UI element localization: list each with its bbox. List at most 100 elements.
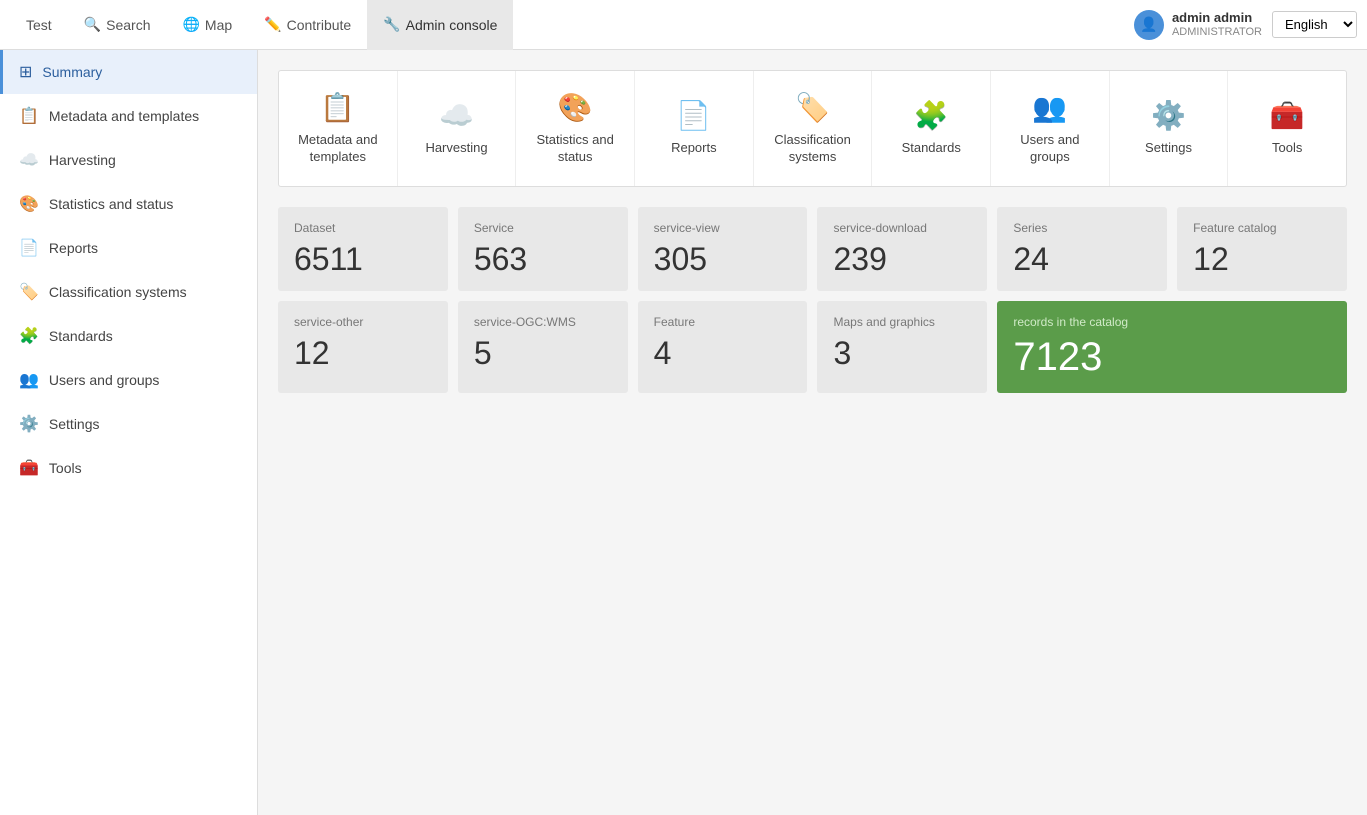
admin-role: ADMINISTRATOR	[1172, 26, 1262, 39]
stat-dataset-label: Dataset	[294, 221, 432, 235]
sidebar-item-label: Standards	[49, 328, 113, 344]
standards-card-icon: 🧩	[914, 99, 949, 132]
stat-service-view-label: service-view	[654, 221, 792, 235]
sidebar-item-tools[interactable]: 🧰 Tools	[0, 446, 257, 490]
sidebar-item-settings[interactable]: ⚙️ Settings	[0, 402, 257, 446]
icon-card-statistics[interactable]: 🎨 Statistics and status	[516, 71, 635, 186]
top-nav: Test 🔍 Search 🌐 Map ✏️ Contribute 🔧 Admi…	[0, 0, 1367, 50]
icon-card-standards[interactable]: 🧩 Standards	[872, 71, 991, 186]
grid-icon: ⊞	[19, 62, 32, 82]
sidebar-item-label: Tools	[49, 460, 82, 476]
stat-service-ogcwms-value: 5	[474, 337, 612, 369]
tools-card-icon: 🧰	[1270, 99, 1305, 132]
reports-card-label: Reports	[671, 140, 717, 157]
tools-icon: 🧰	[19, 458, 39, 478]
icon-card-metadata[interactable]: 📋 Metadata and templates	[279, 71, 398, 186]
sidebar-item-label: Classification systems	[49, 284, 187, 300]
stat-card-feature[interactable]: Feature 4	[638, 301, 808, 393]
stat-feature-label: Feature	[654, 315, 792, 329]
statistics-card-icon: 🎨	[558, 91, 593, 124]
sidebar-item-label: Harvesting	[49, 152, 116, 168]
stat-card-maps[interactable]: Maps and graphics 3	[817, 301, 987, 393]
admin-text: admin admin ADMINISTRATOR	[1172, 10, 1262, 39]
users-icon: 👥	[19, 370, 39, 390]
tag-icon: 🏷️	[19, 282, 39, 302]
stat-card-service-ogcwms[interactable]: service-OGC:WMS 5	[458, 301, 628, 393]
language-select[interactable]: English French Spanish	[1272, 11, 1357, 38]
stat-service-label: Service	[474, 221, 612, 235]
stats-row-2: service-other 12 service-OGC:WMS 5 Featu…	[278, 301, 1347, 393]
metadata-icon: 📋	[19, 106, 39, 126]
sidebar-item-classification[interactable]: 🏷️ Classification systems	[0, 270, 257, 314]
stat-card-service-download[interactable]: service-download 239	[817, 207, 987, 291]
nav-contribute[interactable]: ✏️ Contribute	[248, 0, 367, 50]
stat-service-other-value: 12	[294, 337, 432, 369]
sidebar-item-label: Reports	[49, 240, 98, 256]
sidebar-item-summary[interactable]: ⊞ Summary	[0, 50, 257, 94]
sidebar-item-users[interactable]: 👥 Users and groups	[0, 358, 257, 402]
stat-feature-catalog-value: 12	[1193, 243, 1331, 275]
stat-service-view-value: 305	[654, 243, 792, 275]
stat-card-service[interactable]: Service 563	[458, 207, 628, 291]
nav-map-label: Map	[205, 17, 232, 33]
icon-card-reports[interactable]: 📄 Reports	[635, 71, 754, 186]
classification-card-icon: 🏷️	[795, 91, 830, 124]
standards-card-label: Standards	[902, 140, 961, 157]
pencil-icon: ✏️	[264, 16, 281, 33]
palette-icon: 🎨	[19, 194, 39, 214]
report-icon: 📄	[19, 238, 39, 258]
icon-card-settings[interactable]: ⚙️ Settings	[1110, 71, 1229, 186]
sidebar-item-label: Statistics and status	[49, 196, 174, 212]
layout: ⊞ Summary 📋 Metadata and templates ☁️ Ha…	[0, 50, 1367, 815]
stat-card-total[interactable]: records in the catalog 7123	[997, 301, 1347, 393]
wrench-icon: 🔧	[383, 16, 400, 33]
stat-maps-label: Maps and graphics	[833, 315, 971, 329]
sidebar-item-label: Settings	[49, 416, 100, 432]
stat-service-other-label: service-other	[294, 315, 432, 329]
sidebar-item-reports[interactable]: 📄 Reports	[0, 226, 257, 270]
stat-feature-value: 4	[654, 337, 792, 369]
stat-series-label: Series	[1013, 221, 1151, 235]
nav-admin[interactable]: 🔧 Admin console	[367, 0, 513, 50]
sidebar-item-label: Metadata and templates	[49, 108, 199, 124]
stat-total-value: 7123	[1013, 337, 1331, 377]
main-content: 📋 Metadata and templates ☁️ Harvesting 🎨…	[258, 50, 1367, 815]
sidebar-item-statistics[interactable]: 🎨 Statistics and status	[0, 182, 257, 226]
top-nav-right: 👤 admin admin ADMINISTRATOR English Fren…	[1134, 10, 1357, 40]
icon-grid: 📋 Metadata and templates ☁️ Harvesting 🎨…	[278, 70, 1347, 187]
admin-name: admin admin	[1172, 10, 1262, 26]
icon-card-tools[interactable]: 🧰 Tools	[1228, 71, 1346, 186]
icon-card-harvesting[interactable]: ☁️ Harvesting	[398, 71, 517, 186]
nav-test-label: Test	[26, 17, 52, 33]
nav-map[interactable]: 🌐 Map	[166, 0, 248, 50]
sidebar-item-standards[interactable]: 🧩 Standards	[0, 314, 257, 358]
icon-card-classification[interactable]: 🏷️ Classification systems	[754, 71, 873, 186]
stat-card-feature-catalog[interactable]: Feature catalog 12	[1177, 207, 1347, 291]
settings-card-icon: ⚙️	[1151, 99, 1186, 132]
stat-card-series[interactable]: Series 24	[997, 207, 1167, 291]
map-icon: 🌐	[182, 16, 199, 33]
sidebar-item-metadata[interactable]: 📋 Metadata and templates	[0, 94, 257, 138]
top-nav-left: Test 🔍 Search 🌐 Map ✏️ Contribute 🔧 Admi…	[10, 0, 1134, 50]
stat-dataset-value: 6511	[294, 243, 432, 275]
stat-maps-value: 3	[833, 337, 971, 369]
stat-series-value: 24	[1013, 243, 1151, 275]
settings-icon: ⚙️	[19, 414, 39, 434]
stat-card-dataset[interactable]: Dataset 6511	[278, 207, 448, 291]
admin-info: 👤 admin admin ADMINISTRATOR	[1134, 10, 1262, 40]
sidebar-item-harvesting[interactable]: ☁️ Harvesting	[0, 138, 257, 182]
stat-feature-catalog-label: Feature catalog	[1193, 221, 1331, 235]
reports-card-icon: 📄	[676, 99, 711, 132]
nav-test[interactable]: Test	[10, 0, 68, 50]
cloud-icon: ☁️	[19, 150, 39, 170]
puzzle-icon: 🧩	[19, 326, 39, 346]
metadata-card-label: Metadata and templates	[294, 132, 382, 166]
stat-card-service-view[interactable]: service-view 305	[638, 207, 808, 291]
icon-card-users[interactable]: 👥 Users and groups	[991, 71, 1110, 186]
nav-search[interactable]: 🔍 Search	[68, 0, 167, 50]
stat-card-service-other[interactable]: service-other 12	[278, 301, 448, 393]
sidebar-item-label: Users and groups	[49, 372, 160, 388]
sidebar-item-label: Summary	[42, 64, 102, 80]
stat-service-download-value: 239	[833, 243, 971, 275]
nav-search-label: Search	[106, 17, 150, 33]
